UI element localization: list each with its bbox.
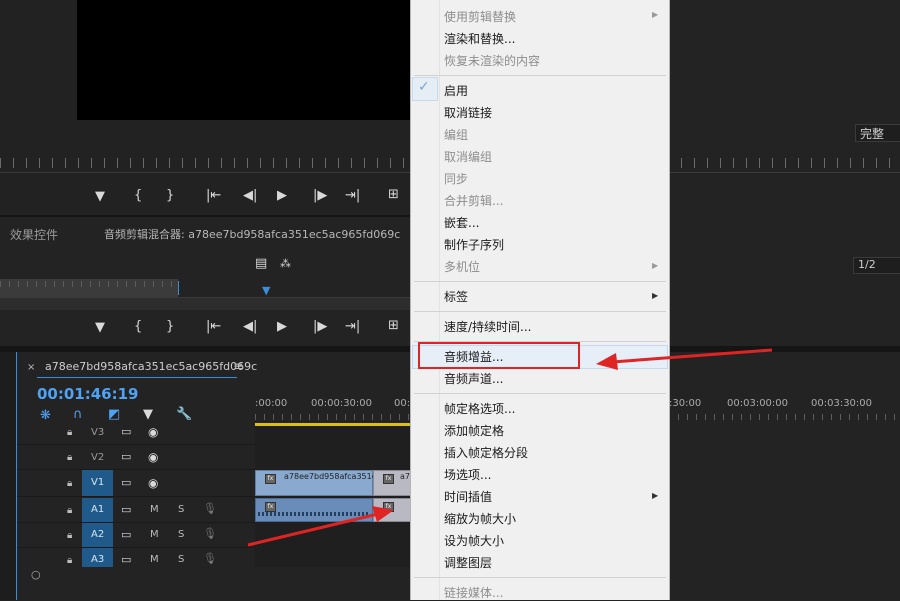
arrow-to-audio-gain — [596, 348, 773, 370]
arrow-to-audio-clip — [247, 506, 394, 547]
annotation-arrows — [247, 348, 773, 547]
